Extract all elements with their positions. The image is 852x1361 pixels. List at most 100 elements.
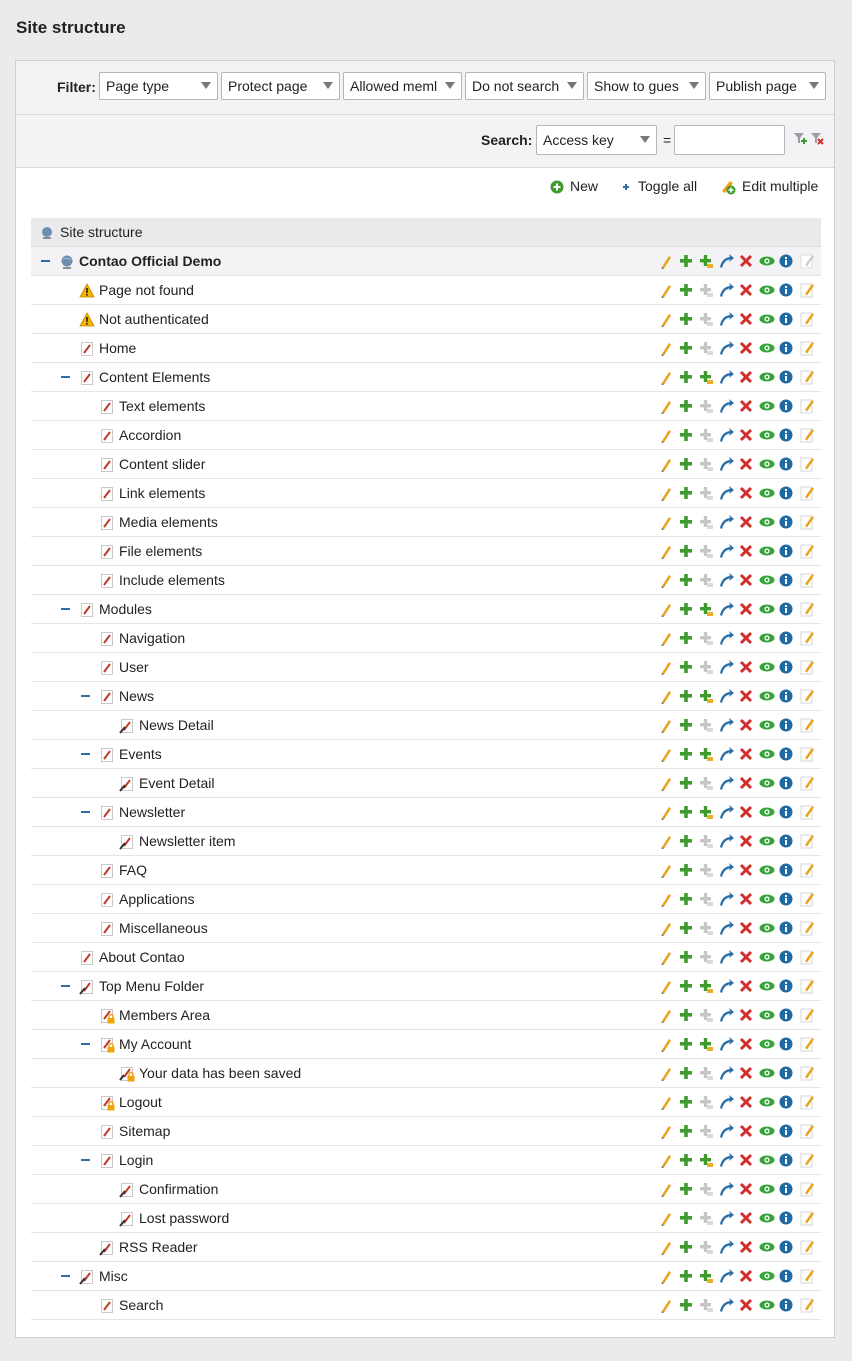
move-icon[interactable] bbox=[719, 1239, 735, 1256]
delete-icon[interactable] bbox=[739, 804, 755, 821]
tree-item-label[interactable]: About Contao bbox=[99, 949, 185, 965]
move-icon[interactable] bbox=[719, 1181, 735, 1198]
toggle-visibility-icon[interactable] bbox=[759, 369, 775, 386]
page-icon[interactable] bbox=[99, 747, 115, 763]
tree-item-label[interactable]: User bbox=[119, 659, 149, 675]
paste-into-icon[interactable] bbox=[699, 920, 715, 937]
edit-header-icon[interactable] bbox=[799, 1297, 815, 1314]
delete-icon[interactable] bbox=[739, 282, 755, 299]
paste-into-icon[interactable] bbox=[699, 543, 715, 560]
move-icon[interactable] bbox=[719, 659, 735, 676]
toggle-visibility-icon[interactable] bbox=[759, 659, 775, 676]
toggle-visibility-icon[interactable] bbox=[759, 282, 775, 299]
edit-icon[interactable] bbox=[659, 688, 675, 705]
move-icon[interactable] bbox=[719, 427, 735, 444]
tree-item-label[interactable]: Miscellaneous bbox=[119, 920, 208, 936]
page-icon[interactable] bbox=[99, 573, 115, 589]
paste-into-icon[interactable] bbox=[699, 978, 715, 995]
edit-icon[interactable] bbox=[659, 1181, 675, 1198]
hidden-page-icon[interactable] bbox=[119, 776, 135, 792]
tree-item-label[interactable]: Sitemap bbox=[119, 1123, 170, 1139]
paste-into-icon[interactable] bbox=[699, 485, 715, 502]
move-icon[interactable] bbox=[719, 630, 735, 647]
paste-into-icon[interactable] bbox=[699, 1094, 715, 1111]
toggle-visibility-icon[interactable] bbox=[759, 1268, 775, 1285]
move-icon[interactable] bbox=[719, 1036, 735, 1053]
info-icon[interactable] bbox=[779, 862, 795, 879]
info-icon[interactable] bbox=[779, 1123, 795, 1140]
page-icon[interactable] bbox=[99, 1298, 115, 1314]
hidden-page-icon[interactable] bbox=[119, 1182, 135, 1198]
tree-item-label[interactable]: Accordion bbox=[119, 427, 181, 443]
hidden-page-icon[interactable] bbox=[99, 1240, 115, 1256]
page-icon[interactable] bbox=[79, 602, 95, 618]
toggle-visibility-icon[interactable] bbox=[759, 485, 775, 502]
info-icon[interactable] bbox=[779, 1239, 795, 1256]
toggle-visibility-icon[interactable] bbox=[759, 1239, 775, 1256]
paste-after-icon[interactable] bbox=[679, 630, 695, 647]
toggle-visibility-icon[interactable] bbox=[759, 1297, 775, 1314]
edit-icon[interactable] bbox=[659, 485, 675, 502]
info-icon[interactable] bbox=[779, 1181, 795, 1198]
info-icon[interactable] bbox=[779, 427, 795, 444]
move-icon[interactable] bbox=[719, 862, 735, 879]
info-icon[interactable] bbox=[779, 514, 795, 531]
protected-page-icon[interactable] bbox=[99, 1037, 115, 1053]
toggle-visibility-icon[interactable] bbox=[759, 746, 775, 763]
page-icon[interactable] bbox=[99, 892, 115, 908]
toggle-visibility-icon[interactable] bbox=[759, 1210, 775, 1227]
info-icon[interactable] bbox=[779, 253, 795, 270]
move-icon[interactable] bbox=[719, 253, 735, 270]
paste-after-icon[interactable] bbox=[679, 253, 695, 270]
move-icon[interactable] bbox=[719, 572, 735, 589]
info-icon[interactable] bbox=[779, 1268, 795, 1285]
edit-icon[interactable] bbox=[659, 1210, 675, 1227]
delete-icon[interactable] bbox=[739, 253, 755, 270]
paste-into-icon[interactable] bbox=[699, 601, 715, 618]
paste-into-icon[interactable] bbox=[699, 1007, 715, 1024]
move-icon[interactable] bbox=[719, 949, 735, 966]
paste-after-icon[interactable] bbox=[679, 804, 695, 821]
filter-page-type-select[interactable]: Page type bbox=[99, 72, 218, 100]
edit-header-icon[interactable] bbox=[799, 1239, 815, 1256]
delete-icon[interactable] bbox=[739, 920, 755, 937]
toggle-visibility-icon[interactable] bbox=[759, 804, 775, 821]
toggle-visibility-icon[interactable] bbox=[759, 920, 775, 937]
page-icon[interactable] bbox=[79, 341, 95, 357]
toggle-visibility-icon[interactable] bbox=[759, 775, 775, 792]
info-icon[interactable] bbox=[779, 485, 795, 502]
tree-item-label[interactable]: Search bbox=[119, 1297, 163, 1313]
paste-into-icon[interactable] bbox=[699, 1181, 715, 1198]
edit-header-icon[interactable] bbox=[799, 978, 815, 995]
edit-icon[interactable] bbox=[659, 1152, 675, 1169]
toggle-visibility-icon[interactable] bbox=[759, 833, 775, 850]
tree-item-label[interactable]: My Account bbox=[119, 1036, 191, 1052]
toggle-visibility-icon[interactable] bbox=[759, 340, 775, 357]
paste-after-icon[interactable] bbox=[679, 891, 695, 908]
paste-into-icon[interactable] bbox=[699, 862, 715, 879]
tree-item-label[interactable]: Text elements bbox=[119, 398, 205, 414]
paste-into-icon[interactable] bbox=[699, 804, 715, 821]
paste-into-icon[interactable] bbox=[699, 688, 715, 705]
toggle-visibility-icon[interactable] bbox=[759, 572, 775, 589]
paste-into-icon[interactable] bbox=[699, 427, 715, 444]
paste-after-icon[interactable] bbox=[679, 1036, 695, 1053]
edit-icon[interactable] bbox=[659, 775, 675, 792]
page-icon[interactable] bbox=[99, 544, 115, 560]
delete-icon[interactable] bbox=[739, 340, 755, 357]
tree-item-label[interactable]: Event Detail bbox=[139, 775, 214, 791]
edit-icon[interactable] bbox=[659, 978, 675, 995]
edit-header-icon[interactable] bbox=[799, 920, 815, 937]
collapse-toggle-icon[interactable] bbox=[81, 693, 90, 700]
info-icon[interactable] bbox=[779, 717, 795, 734]
edit-header-icon[interactable] bbox=[799, 775, 815, 792]
protected-hidden-page-icon[interactable] bbox=[119, 1066, 135, 1082]
tree-item-label[interactable]: Content Elements bbox=[99, 369, 210, 385]
filter-add-icon[interactable] bbox=[793, 132, 807, 146]
edit-header-icon[interactable] bbox=[799, 659, 815, 676]
paste-after-icon[interactable] bbox=[679, 282, 695, 299]
delete-icon[interactable] bbox=[739, 1036, 755, 1053]
info-icon[interactable] bbox=[779, 804, 795, 821]
delete-icon[interactable] bbox=[739, 311, 755, 328]
delete-icon[interactable] bbox=[739, 1268, 755, 1285]
